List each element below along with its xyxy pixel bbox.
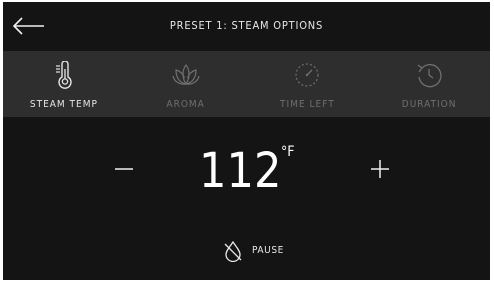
tab-label: DURATION — [401, 99, 457, 110]
lotus-icon — [172, 64, 200, 86]
tab-duration[interactable]: DURATION — [368, 51, 490, 117]
drop-off-icon — [224, 240, 242, 262]
minus-icon — [115, 168, 133, 170]
tab-aroma[interactable]: AROMA — [125, 51, 247, 117]
pause-button[interactable]: PAUSE — [221, 238, 296, 264]
increase-temp-button[interactable] — [367, 157, 393, 181]
tab-label: STEAM TEMP — [29, 99, 98, 110]
thermometer-icon — [55, 61, 72, 89]
gauge-icon — [295, 63, 319, 87]
tab-label: AROMA — [166, 99, 205, 110]
plus-icon — [371, 160, 389, 178]
option-tabs: STEAM TEMP AROMA TIME LEFT DURATION — [3, 51, 490, 117]
decrease-temp-button[interactable] — [111, 157, 137, 181]
steam-options-screen: PRESET 1: STEAM OPTIONS STEAM TEMP AROMA… — [3, 2, 490, 280]
tab-label: TIME LEFT — [280, 99, 335, 110]
pause-label: PAUSE — [252, 245, 284, 256]
tab-time-left[interactable]: TIME LEFT — [247, 51, 369, 117]
tab-steam-temp[interactable]: STEAM TEMP — [3, 51, 125, 117]
page-title: PRESET 1: STEAM OPTIONS — [169, 19, 324, 32]
history-clock-icon — [417, 64, 442, 88]
temperature-value: 112 — [199, 143, 282, 199]
header: PRESET 1: STEAM OPTIONS — [3, 2, 490, 51]
temperature-unit: °F — [281, 144, 295, 160]
